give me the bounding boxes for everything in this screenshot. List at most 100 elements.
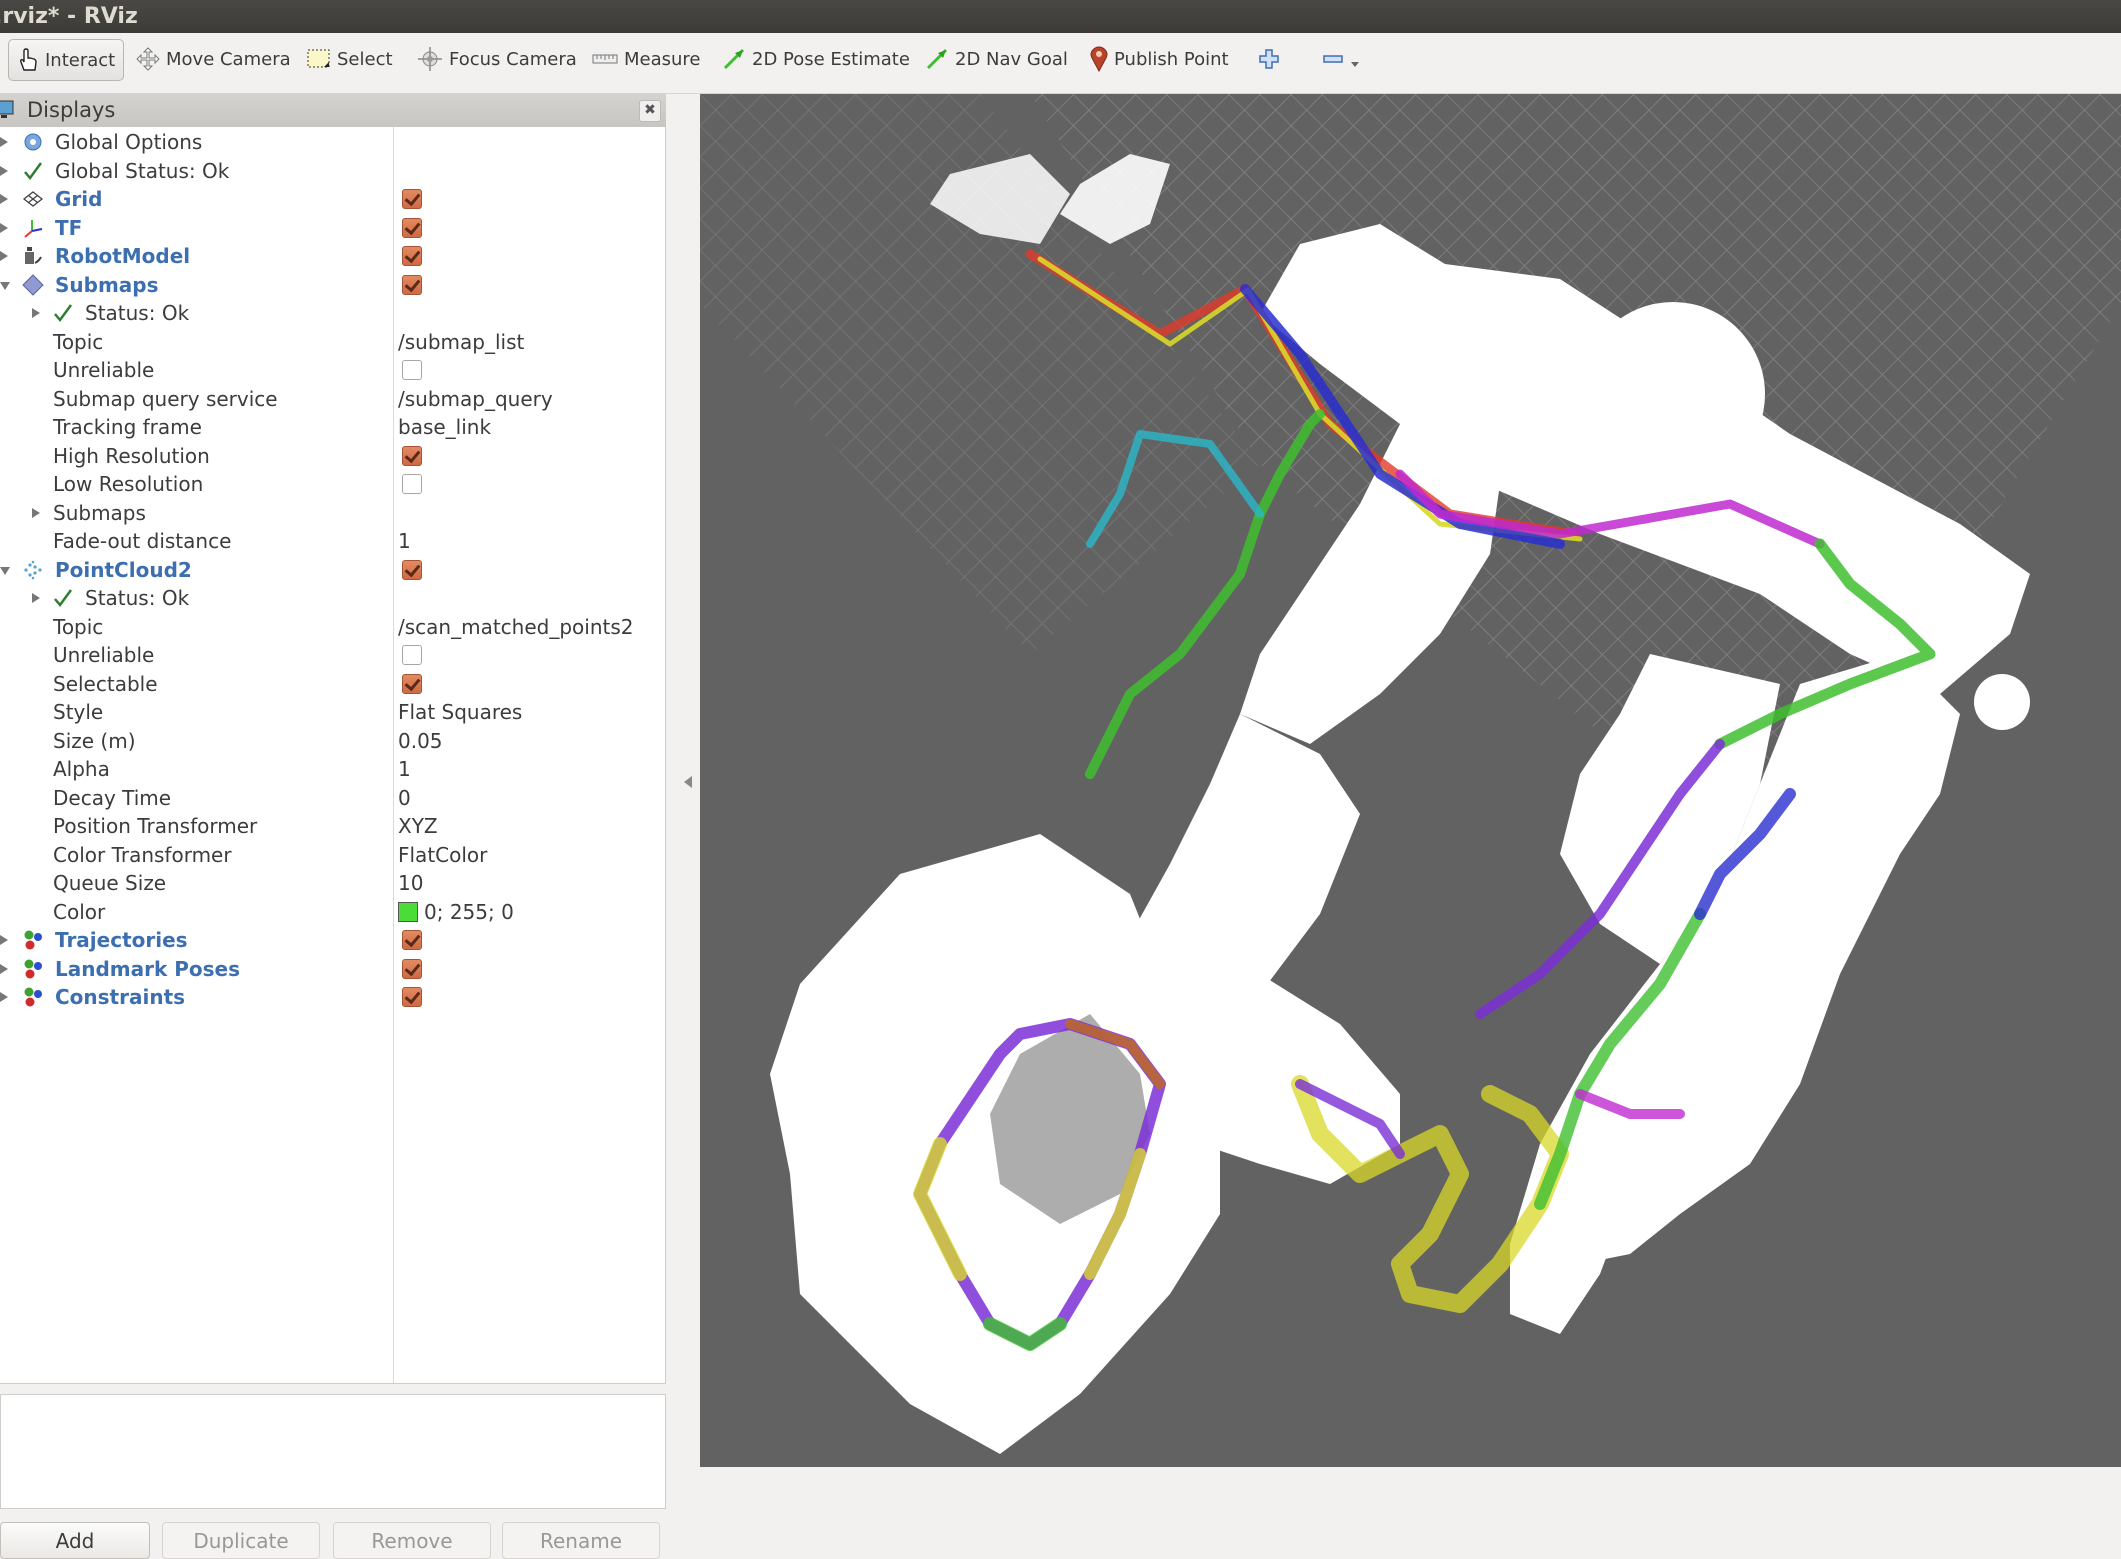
property-row[interactable]: High Resolution xyxy=(0,443,664,471)
property-value[interactable]: XYZ xyxy=(398,814,438,838)
property-row[interactable]: Style Flat Squares xyxy=(0,699,664,727)
property-row[interactable]: Submaps xyxy=(0,500,664,528)
property-row[interactable]: Queue Size 10 xyxy=(0,870,664,898)
expand-right-icon[interactable] xyxy=(0,137,8,147)
collapse-panel-splitter[interactable] xyxy=(666,94,700,1467)
display-row[interactable]: Constraints xyxy=(0,984,664,1012)
property-row[interactable]: Submap query service/submap_query xyxy=(0,386,664,414)
plus-icon xyxy=(1259,49,1279,69)
property-value[interactable]: /scan_matched_points2 xyxy=(398,615,634,639)
tool-select[interactable]: Select xyxy=(307,39,393,79)
tree-row[interactable]: Status: Ok xyxy=(0,585,664,613)
expand-right-icon[interactable] xyxy=(0,992,8,1002)
panel-splitter-handle[interactable] xyxy=(0,1384,666,1394)
property-value-text: base_link xyxy=(398,415,492,439)
property-row[interactable]: Unreliable xyxy=(0,642,664,670)
tool-2d-pose-estimate[interactable]: 2D Pose Estimate xyxy=(722,39,910,79)
enable-checkbox[interactable] xyxy=(402,217,422,238)
property-row[interactable]: Decay Time 0 xyxy=(0,785,664,813)
property-row[interactable]: Color 0; 255; 0 xyxy=(0,899,664,927)
property-value[interactable]: 1 xyxy=(398,757,411,781)
property-value[interactable]: 1 xyxy=(398,529,411,553)
displays-tree[interactable]: Global Options Global Status: Ok Grid TF Rob… xyxy=(0,127,666,1384)
property-value-text: Flat Squares xyxy=(398,700,523,724)
enable-checkbox[interactable] xyxy=(402,360,422,380)
property-row[interactable]: Tracking frame base_link xyxy=(0,414,664,442)
enable-checkbox[interactable] xyxy=(402,474,422,494)
enable-checkbox[interactable] xyxy=(402,958,422,979)
expand-right-icon[interactable] xyxy=(32,308,40,318)
expand-right-icon[interactable] xyxy=(32,593,40,603)
add-tool-button[interactable] xyxy=(1258,39,1286,79)
expand-right-icon[interactable] xyxy=(0,251,8,261)
property-value[interactable]: 0 xyxy=(398,786,411,810)
enable-checkbox[interactable] xyxy=(402,559,422,580)
property-row[interactable]: Selectable xyxy=(0,671,664,699)
tool-interact[interactable]: Interact xyxy=(8,39,125,81)
display-row[interactable]: PointCloud2 xyxy=(0,557,664,585)
enable-checkbox[interactable] xyxy=(402,246,422,266)
rename-button[interactable]: Rename xyxy=(502,1522,660,1559)
property-row[interactable]: Position Transformer XYZ xyxy=(0,813,664,841)
enable-checkbox[interactable] xyxy=(402,673,422,694)
property-value-text: 0 xyxy=(398,785,411,810)
enable-checkbox[interactable] xyxy=(402,274,422,295)
property-value[interactable]: FlatColor xyxy=(398,843,487,867)
enable-checkbox[interactable] xyxy=(402,987,422,1007)
property-value[interactable]: 0; 255; 0 xyxy=(398,900,514,924)
duplicate-button[interactable]: Duplicate xyxy=(162,1522,320,1559)
expand-down-icon[interactable] xyxy=(0,281,10,290)
property-row[interactable]: Color Transformer FlatColor xyxy=(0,842,664,870)
property-value[interactable]: 10 xyxy=(398,871,423,895)
property-row[interactable]: Unreliable xyxy=(0,357,664,385)
property-row[interactable]: Low Resolution xyxy=(0,471,664,499)
expand-down-icon[interactable] xyxy=(0,566,10,575)
property-value[interactable]: base_link xyxy=(398,415,491,439)
property-row[interactable]: Alpha 1 xyxy=(0,756,664,784)
expand-right-icon[interactable] xyxy=(0,194,8,204)
tool-move-camera[interactable]: Move Camera xyxy=(136,39,291,79)
display-row[interactable]: Submaps xyxy=(0,272,664,300)
tool-publish-point[interactable]: Publish Point xyxy=(1090,39,1229,79)
display-row[interactable]: Grid xyxy=(0,186,664,214)
property-value[interactable]: /submap_query xyxy=(398,387,553,411)
expand-right-icon[interactable] xyxy=(0,935,8,945)
property-value[interactable]: Flat Squares xyxy=(398,700,522,724)
property-value-text: 1 xyxy=(398,529,411,553)
expand-right-icon[interactable] xyxy=(0,165,8,176)
row-label: High Resolution xyxy=(53,443,210,468)
display-row[interactable]: RobotModel xyxy=(0,243,664,271)
property-value[interactable]: 0.05 xyxy=(398,729,443,753)
row-label: Status: Ok xyxy=(85,586,190,610)
tree-row[interactable]: Status: Ok xyxy=(0,300,664,328)
expand-right-icon[interactable] xyxy=(0,963,8,974)
property-row[interactable]: Size (m) 0.05 xyxy=(0,728,664,756)
tool-2d-nav-goal[interactable]: 2D Nav Goal xyxy=(925,39,1068,79)
remove-tool-button[interactable] xyxy=(1322,39,1366,79)
property-row[interactable]: Topic/submap_list xyxy=(0,329,664,357)
tool-measure[interactable]: Measure xyxy=(592,39,701,79)
remove-button[interactable]: Remove xyxy=(333,1522,491,1559)
tree-row[interactable]: Global Options xyxy=(0,129,664,157)
property-value[interactable]: /submap_list xyxy=(398,330,524,354)
add-button[interactable]: Add xyxy=(0,1522,150,1559)
3d-render-view[interactable] xyxy=(700,94,2121,1467)
tree-row[interactable]: Global Status: Ok xyxy=(0,158,664,186)
expand-right-icon[interactable] xyxy=(32,507,40,518)
expand-right-icon[interactable] xyxy=(0,222,8,233)
enable-checkbox[interactable] xyxy=(402,930,422,950)
property-row[interactable]: Fade-out distance 1 xyxy=(0,528,664,556)
collapse-arrow-icon[interactable] xyxy=(684,776,692,788)
window-title-bar: .rviz* - RViz xyxy=(0,0,2121,33)
display-row[interactable]: Landmark Poses xyxy=(0,956,664,984)
tool-focus-camera[interactable]: Focus Camera xyxy=(417,39,577,79)
display-row[interactable]: TF xyxy=(0,215,664,243)
display-row[interactable]: Trajectories xyxy=(0,927,664,955)
close-panel-button[interactable]: ✖ xyxy=(639,100,661,122)
enable-checkbox[interactable] xyxy=(402,645,422,665)
color-swatch[interactable] xyxy=(398,901,418,922)
property-row[interactable]: Topic/scan_matched_points2 xyxy=(0,614,664,642)
property-value-text: 1 xyxy=(398,757,411,781)
enable-checkbox[interactable] xyxy=(402,445,422,466)
enable-checkbox[interactable] xyxy=(402,189,422,209)
